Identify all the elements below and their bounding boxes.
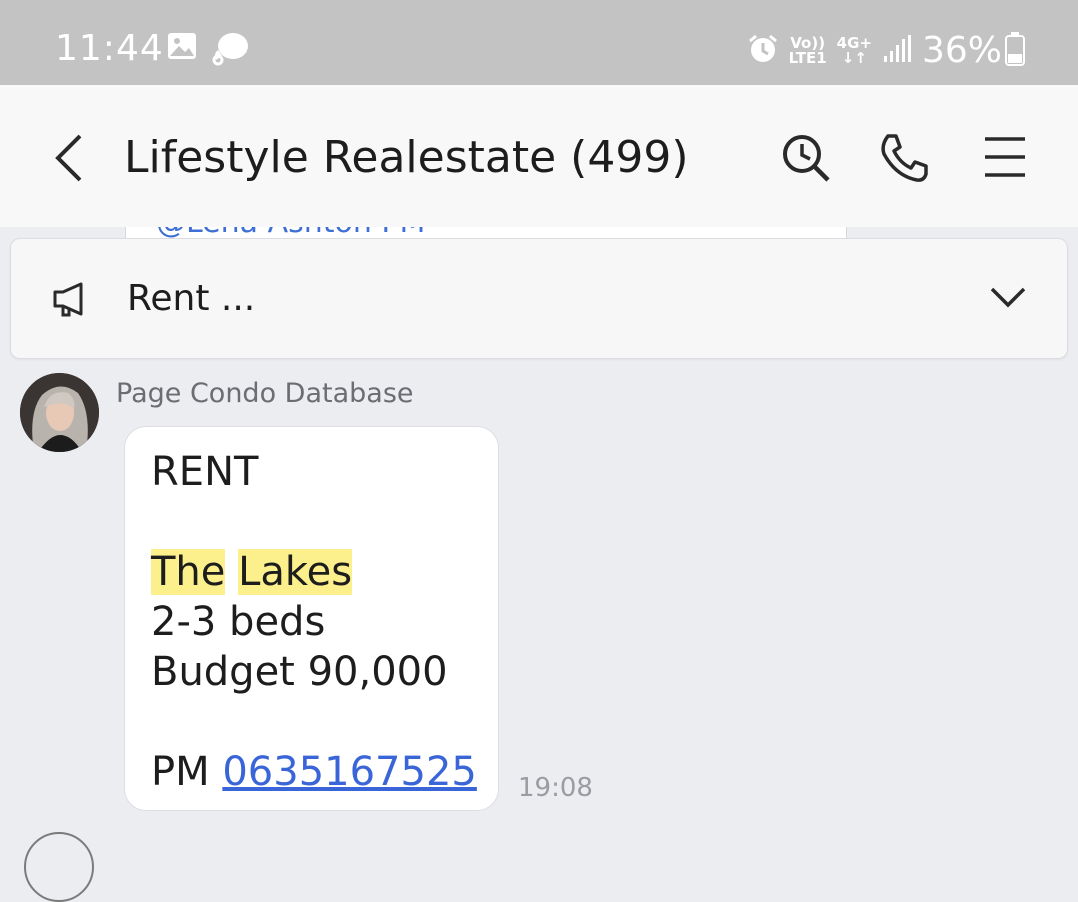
sender-name[interactable]: Page Condo Database bbox=[116, 378, 414, 409]
menu-icon[interactable] bbox=[983, 136, 1027, 182]
highlight-lakes: Lakes bbox=[238, 549, 353, 595]
megaphone-icon bbox=[51, 278, 93, 324]
back-icon[interactable] bbox=[50, 132, 86, 188]
chat-title: Lifestyle Realestate (499) bbox=[124, 132, 689, 183]
message-timestamp: 19:08 bbox=[518, 773, 593, 803]
message-line-location: The Lakes bbox=[151, 547, 477, 597]
avatar[interactable] bbox=[20, 373, 99, 452]
chevron-down-icon[interactable] bbox=[989, 285, 1027, 313]
battery-icon bbox=[1004, 31, 1026, 71]
announcement-text: Rent ... bbox=[127, 278, 256, 319]
next-message-avatar[interactable] bbox=[24, 832, 94, 902]
message-text: RENT The Lakes 2-3 beds Budget 90,000 PM… bbox=[151, 447, 477, 797]
pm-prefix: PM bbox=[151, 749, 223, 795]
battery-percent: 36% bbox=[921, 30, 1002, 71]
phone-link[interactable]: 0635167525 bbox=[222, 749, 477, 795]
message-line-beds: 2-3 beds bbox=[151, 599, 326, 645]
message-bubble[interactable]: RENT The Lakes 2-3 beds Budget 90,000 PM… bbox=[124, 426, 499, 811]
announcement-bar[interactable]: Rent ... bbox=[10, 238, 1068, 359]
signal-icon bbox=[882, 34, 912, 68]
search-history-icon[interactable] bbox=[780, 132, 832, 188]
message-line-budget: Budget 90,000 bbox=[151, 649, 448, 695]
status-bar: 11:44 Vo)) LTE1 4G+ ↓↑ 36% bbox=[0, 0, 1078, 85]
gallery-icon bbox=[167, 32, 197, 64]
message-line-rent: RENT bbox=[151, 449, 259, 495]
chat-icon bbox=[210, 30, 250, 72]
highlight-the: The bbox=[151, 549, 226, 595]
data-indicator: 4G+ ↓↑ bbox=[837, 35, 872, 67]
alarm-icon bbox=[747, 33, 779, 69]
lte-label: LTE1 bbox=[788, 48, 827, 67]
data-arrows-icon: ↓↑ bbox=[841, 48, 867, 67]
volte-indicator: Vo)) LTE1 bbox=[788, 35, 827, 67]
status-time: 11:44 bbox=[55, 28, 164, 69]
phone-icon[interactable] bbox=[878, 132, 932, 188]
status-icons: Vo)) LTE1 4G+ ↓↑ 36% bbox=[747, 30, 1026, 71]
message-line-contact: PM 0635167525 bbox=[151, 747, 477, 797]
